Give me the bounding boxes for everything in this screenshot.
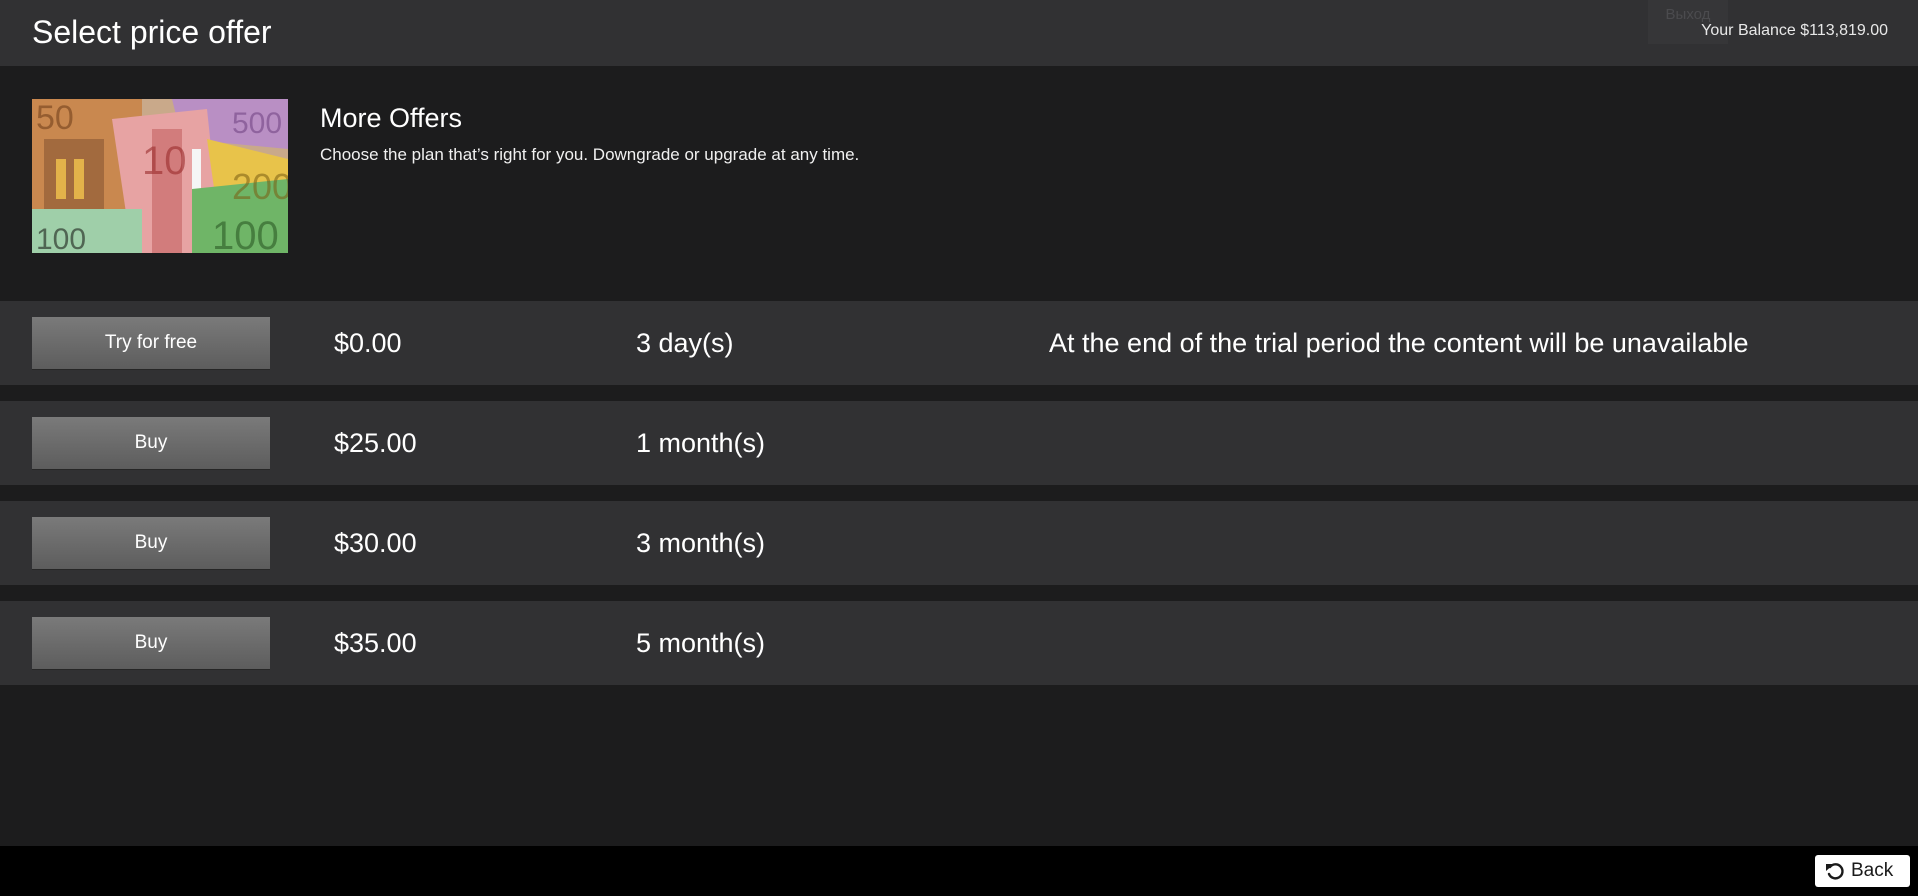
plan-row: Buy $35.00 5 month(s) [0, 601, 1918, 685]
back-button[interactable]: Back [1815, 855, 1910, 887]
try-for-free-button[interactable]: Try for free [32, 317, 270, 369]
buy-button[interactable]: Buy [32, 617, 270, 669]
footer-bar: Back [0, 846, 1918, 896]
plan-period: 3 month(s) [636, 528, 766, 558]
top-bar: Select price offer Выход Your Balance $1… [0, 0, 1918, 66]
offer-description: Choose the plan that’s right for you. Do… [320, 145, 860, 164]
undo-arrow-icon [1826, 863, 1844, 880]
buy-button[interactable]: Buy [32, 517, 270, 569]
svg-text:10: 10 [142, 139, 187, 183]
plan-note: At the end of the trial period the conte… [1049, 328, 1749, 358]
svg-text:500: 500 [232, 107, 282, 140]
plan-row: Buy $30.00 3 month(s) [0, 501, 1918, 585]
plan-price: $30.00 [334, 528, 417, 558]
plan-period: 1 month(s) [636, 428, 766, 458]
plan-price: $25.00 [334, 428, 417, 458]
offer-title: More Offers [320, 103, 463, 133]
back-label: Back [1851, 860, 1894, 881]
offer-info: 100 100 50 500 200 10 More Offers Choose… [0, 66, 1918, 298]
svg-text:200: 200 [232, 166, 288, 207]
plan-price: $0.00 [334, 328, 402, 358]
svg-text:50: 50 [36, 99, 74, 137]
balance-label: Your Balance $113,819.00 [1701, 22, 1888, 39]
plan-row: Buy $25.00 1 month(s) [0, 401, 1918, 485]
euro-banknotes-image: 100 100 50 500 200 10 [32, 99, 288, 253]
plan-period: 5 month(s) [636, 628, 766, 658]
plan-price: $35.00 [334, 628, 417, 658]
page-title: Select price offer [32, 14, 272, 50]
plan-row: Try for free $0.00 3 day(s) At the end o… [0, 301, 1918, 385]
plan-period: 3 day(s) [636, 328, 734, 358]
svg-text:100: 100 [212, 214, 279, 253]
buy-button[interactable]: Buy [32, 417, 270, 469]
svg-text:100: 100 [36, 223, 86, 253]
